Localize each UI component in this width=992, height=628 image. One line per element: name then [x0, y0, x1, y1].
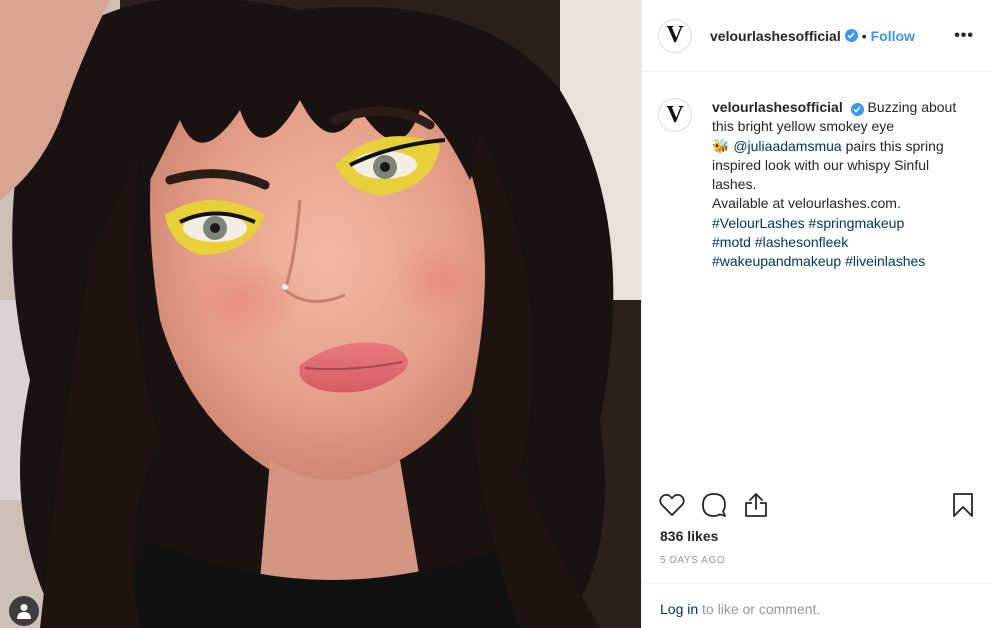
more-options-icon[interactable]: •••	[954, 27, 976, 45]
verified-badge-icon	[844, 29, 858, 42]
action-bar	[642, 487, 992, 523]
hashtag-link[interactable]: #motd	[712, 234, 751, 250]
user-tag-icon[interactable]	[9, 596, 39, 626]
post-details-panel: V velourlashesofficial • Follow ••• V ve…	[641, 0, 992, 628]
portrait-illustration	[0, 0, 641, 628]
caption-text: velourlashesofficial Buzzing about this …	[712, 98, 974, 272]
hashtag-link[interactable]: #springmakeup	[809, 215, 905, 231]
share-upload-icon[interactable]	[742, 491, 770, 519]
post-timestamp[interactable]: 5 DAYS AGO	[660, 555, 725, 566]
login-link[interactable]: Log in	[660, 601, 698, 617]
caption-row: V velourlashesofficial Buzzing about thi…	[642, 72, 992, 272]
verified-badge-icon	[850, 103, 864, 116]
post-header: V velourlashesofficial • Follow •••	[642, 0, 992, 72]
login-prompt-text: to like or comment.	[702, 601, 821, 617]
comment-bubble-icon[interactable]	[700, 491, 728, 519]
follow-separator: •	[861, 27, 867, 44]
mention-link[interactable]: @juliaadamsmua	[733, 138, 841, 154]
heart-icon[interactable]	[658, 491, 686, 519]
caption-avatar[interactable]: V	[658, 98, 692, 132]
likes-count[interactable]: 836 likes	[660, 528, 718, 544]
avatar[interactable]: V	[658, 18, 692, 53]
login-prompt: Log in to like or comment.	[642, 583, 992, 628]
bee-emoji-icon: 🐝	[712, 137, 730, 154]
hashtag-link[interactable]: #liveinlashes	[845, 253, 925, 269]
post-photo[interactable]	[0, 0, 641, 628]
caption-username[interactable]: velourlashesofficial	[712, 99, 843, 115]
hashtag-link[interactable]: #wakeupandmakeup	[712, 253, 841, 269]
caption-body-3: Available at velourlashes.com.	[712, 195, 901, 212]
hashtag-link[interactable]: #lashesonfleek	[755, 234, 848, 250]
bookmark-icon[interactable]	[949, 491, 977, 519]
hashtag-link[interactable]: #VelourLashes	[712, 215, 805, 231]
follow-button[interactable]: Follow	[871, 28, 915, 44]
header-username[interactable]: velourlashesofficial	[710, 28, 841, 44]
